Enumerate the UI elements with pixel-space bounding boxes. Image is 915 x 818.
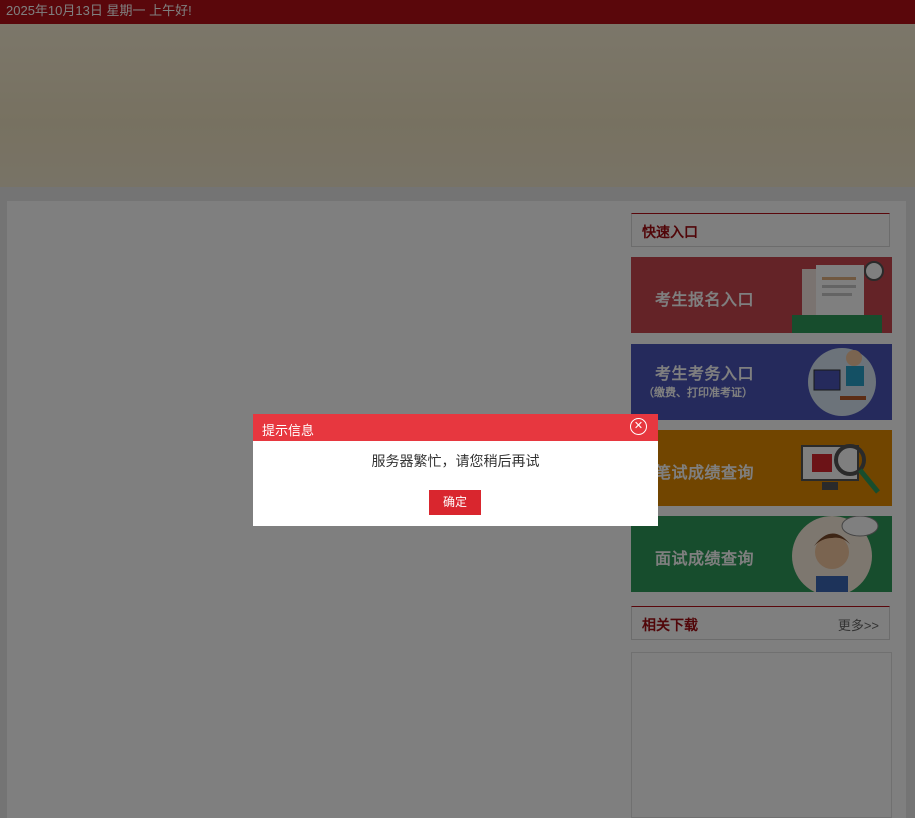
close-icon[interactable]: ✕ [630,418,647,435]
dialog-message: 服务器繁忙，请您稍后再试 [371,453,540,469]
alert-dialog: 提示信息 ✕ 服务器繁忙，请您稍后再试 确定 [253,414,658,526]
dialog-title: 提示信息 [262,423,315,438]
dialog-header: 提示信息 ✕ [253,414,658,441]
modal-backdrop[interactable] [0,0,915,818]
confirm-button[interactable]: 确定 [429,490,481,515]
